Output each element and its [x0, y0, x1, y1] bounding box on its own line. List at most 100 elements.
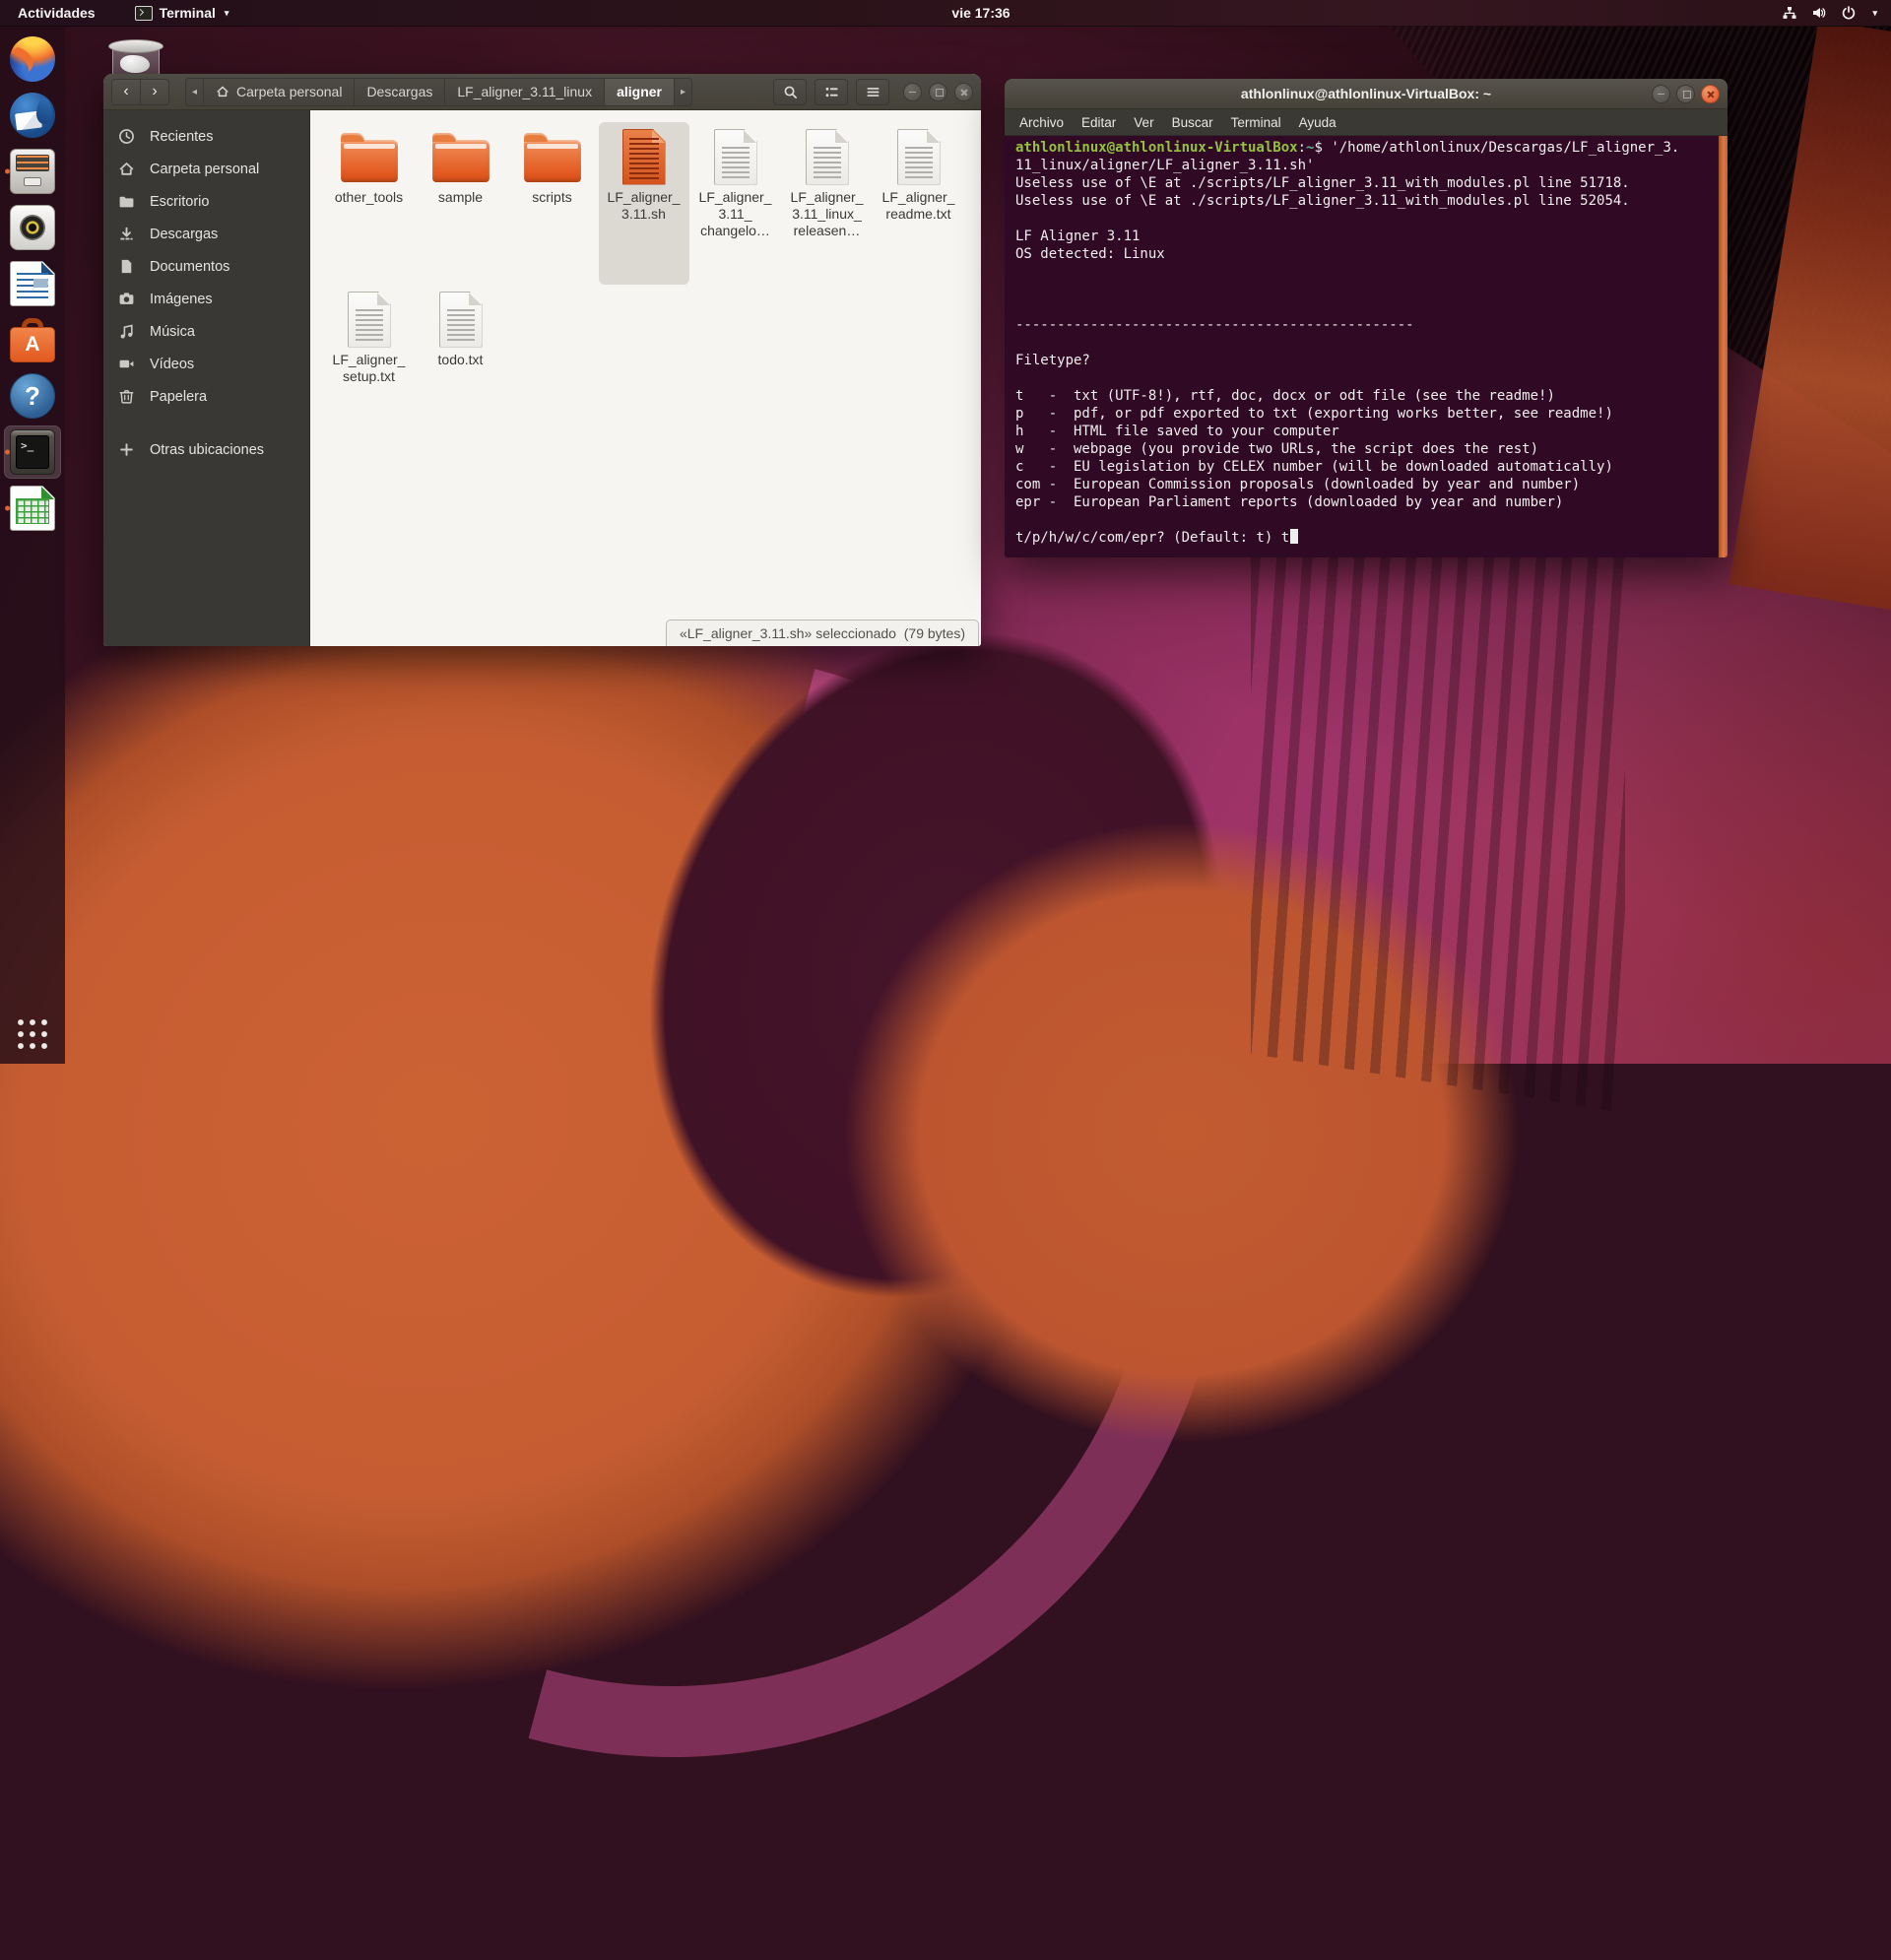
maximize-button[interactable] — [929, 83, 947, 101]
terminal-input-line: t/p/h/w/c/com/epr? (Default: t) t — [1015, 529, 1708, 547]
close-button[interactable] — [1701, 85, 1720, 103]
maximize-icon — [1677, 86, 1694, 102]
terminal-line: Useless use of \E at ./scripts/LF_aligne… — [1015, 192, 1708, 210]
app-menu[interactable]: Terminal ▾ — [135, 5, 229, 21]
file-item[interactable]: sample — [416, 122, 506, 285]
menu-item-ayuda[interactable]: Ayuda — [1290, 115, 1345, 130]
breadcrumb-label: Carpeta personal — [236, 84, 342, 99]
view-toggle-button[interactable] — [815, 79, 848, 105]
trash-paper — [120, 55, 150, 73]
folder-glyph — [524, 140, 581, 182]
dock — [0, 27, 65, 1064]
files-headerbar: ‹ › ◂ Carpeta personal Descargas LF_aligner… — [103, 74, 981, 110]
breadcrumb-segment[interactable]: Carpeta personal — [204, 79, 355, 105]
home-icon — [118, 161, 135, 177]
terminal-line: Filetype? — [1015, 352, 1708, 369]
file-item[interactable]: scripts — [507, 122, 598, 285]
breadcrumb-scroll-left[interactable]: ◂ — [186, 79, 204, 105]
breadcrumb-label: Descargas — [366, 84, 432, 99]
window-controls — [1652, 85, 1720, 103]
terminal-body[interactable]: athlonlinux@athlonlinux-VirtualBox:~$ '/… — [1005, 136, 1728, 557]
file-item[interactable]: LF_aligner_ 3.11_linux_ releasen… — [782, 122, 873, 285]
sidebar-item-m-sica[interactable]: Música — [103, 315, 309, 348]
network-icon — [1782, 5, 1797, 21]
folder-icon — [429, 125, 492, 188]
terminal-line — [1015, 369, 1708, 387]
back-button[interactable]: ‹ — [111, 79, 141, 105]
maximize-button[interactable] — [1676, 85, 1695, 103]
selection-status-bar: «LF_aligner_3.11.sh» seleccionado (79 by… — [666, 620, 979, 646]
file-item[interactable]: LF_aligner_ 3.11.sh — [599, 122, 689, 285]
dock-item-files[interactable] — [4, 145, 61, 198]
system-status-area[interactable]: ▾ — [1782, 5, 1891, 21]
file-item[interactable]: LF_aligner_ 3.11_ changelo… — [690, 122, 781, 285]
chevron-down-icon: ▾ — [225, 8, 229, 19]
dock-item-writer[interactable] — [4, 257, 61, 310]
dock-item-calc[interactable] — [4, 482, 61, 535]
file-label: LF_aligner_ setup.txt — [333, 352, 406, 385]
file-label: todo.txt — [438, 352, 484, 368]
sidebar-item-recientes[interactable]: Recientes — [103, 120, 309, 153]
trash-icon — [118, 388, 135, 405]
terminal-line — [1015, 210, 1708, 228]
breadcrumb-segment[interactable]: LF_aligner_3.11_linux — [445, 79, 605, 105]
activities-button[interactable]: Actividades — [12, 5, 101, 21]
breadcrumb-scroll-right[interactable]: ▸ — [675, 79, 691, 105]
minimize-button[interactable] — [1652, 85, 1670, 103]
sidebar-item-otras-ubicaciones[interactable]: Otras ubicaciones — [103, 433, 309, 466]
menu-item-buscar[interactable]: Buscar — [1163, 115, 1222, 130]
file-item[interactable]: other_tools — [324, 122, 415, 285]
search-icon — [783, 85, 798, 99]
breadcrumb: ◂ Carpeta personal Descargas LF_aligner_3.1… — [185, 78, 692, 106]
firefox-icon — [10, 36, 55, 82]
dock-item-terminal[interactable] — [4, 425, 61, 479]
menu-item-terminal[interactable]: Terminal — [1222, 115, 1290, 130]
minimize-button[interactable] — [903, 83, 922, 101]
sidebar-item-label: Papelera — [150, 389, 207, 405]
terminal-icon — [10, 429, 55, 475]
sidebar-item-documentos[interactable]: Documentos — [103, 250, 309, 283]
file-item[interactable]: todo.txt — [416, 285, 506, 447]
text-icon — [887, 125, 950, 188]
menu-item-archivo[interactable]: Archivo — [1011, 115, 1073, 130]
terminal-scrollbar[interactable] — [1718, 136, 1728, 557]
folder-icon — [521, 125, 584, 188]
search-button[interactable] — [773, 79, 807, 105]
terminal-title: athlonlinux@athlonlinux-VirtualBox: ~ — [1005, 79, 1728, 108]
file-item[interactable]: LF_aligner_ readme.txt — [874, 122, 964, 285]
terminal-line — [1015, 298, 1708, 316]
sidebar-item-label: Imágenes — [150, 292, 213, 307]
terminal-line: 11_linux/aligner/LF_aligner_3.11.sh' — [1015, 157, 1708, 174]
menu-item-ver[interactable]: Ver — [1125, 115, 1162, 130]
sidebar-item-descargas[interactable]: Descargas — [103, 218, 309, 250]
file-item[interactable]: LF_aligner_ setup.txt — [324, 285, 415, 447]
terminal-menubar: ArchivoEditarVerBuscarTerminalAyuda — [1005, 109, 1728, 136]
dock-item-software[interactable] — [4, 313, 61, 366]
files-body: Recientes Carpeta personalEscritorioDesca… — [103, 110, 981, 646]
terminal-line: com - European Commission proposals (dow… — [1015, 476, 1708, 493]
dock-item-thunderbird[interactable] — [4, 89, 61, 142]
text-glyph — [714, 129, 757, 185]
close-button[interactable] — [954, 83, 973, 101]
sidebar-item-label: Recientes — [150, 129, 213, 145]
breadcrumb-segment[interactable]: aligner — [605, 79, 675, 105]
dock-item-firefox[interactable] — [4, 33, 61, 86]
thunderbird-icon — [10, 93, 55, 138]
document-icon — [118, 258, 135, 275]
dock-item-rhythmbox[interactable] — [4, 201, 61, 254]
menu-item-editar[interactable]: Editar — [1073, 115, 1125, 130]
show-applications-button[interactable] — [15, 1016, 50, 1052]
sidebar-item-im-genes[interactable]: Imágenes — [103, 283, 309, 315]
plus-icon — [118, 441, 135, 458]
clock[interactable]: vie 17:36 — [951, 5, 1010, 21]
dock-item-help[interactable] — [4, 369, 61, 423]
sidebar-item-v-deos[interactable]: Vídeos — [103, 348, 309, 380]
forward-button[interactable]: › — [140, 79, 169, 105]
window-controls — [903, 83, 973, 101]
sidebar-item-carpeta-personal[interactable]: Carpeta personal — [103, 153, 309, 185]
breadcrumb-segment[interactable]: Descargas — [355, 79, 445, 105]
sidebar-item-papelera[interactable]: Papelera — [103, 380, 309, 413]
sidebar-item-escritorio[interactable]: Escritorio — [103, 185, 309, 218]
terminal-titlebar[interactable]: athlonlinux@athlonlinux-VirtualBox: ~ — [1005, 79, 1728, 109]
window-menu-button[interactable] — [856, 79, 889, 105]
